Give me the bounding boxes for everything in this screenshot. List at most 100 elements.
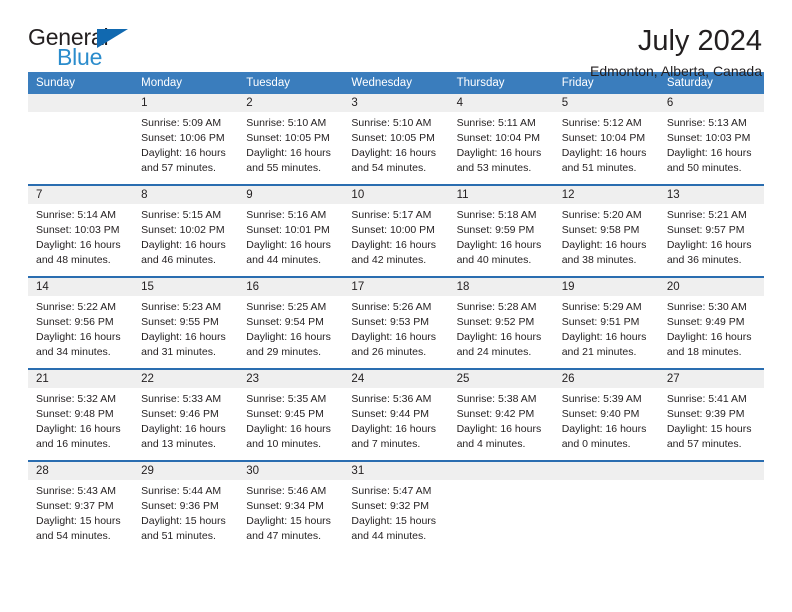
daylight-text-line1: Daylight: 16 hours: [36, 422, 121, 435]
day-number-28[interactable]: 28: [28, 462, 134, 480]
day-cell-7[interactable]: Sunrise: 5:14 AM Sunset: 10:03 PM Daylight…: [28, 204, 134, 276]
day-number-18[interactable]: 18: [448, 278, 554, 296]
day-cell-14[interactable]: Sunrise: 5:22 AM Sunset: 9:56 PM Daylight:…: [28, 296, 134, 368]
day-cell-26[interactable]: Sunrise: 5:39 AM Sunset: 9:40 PM Daylight:…: [553, 388, 659, 460]
day-number-row: 14 15 16 17 18 19 20: [28, 278, 764, 296]
day-number-empty: [28, 94, 134, 112]
day-cell-15[interactable]: Sunrise: 5:23 AM Sunset: 9:55 PM Daylight:…: [133, 296, 239, 368]
day-number-12[interactable]: 12: [553, 186, 659, 204]
day-cell-29[interactable]: Sunrise: 5:44 AM Sunset: 9:36 PM Daylight:…: [133, 480, 239, 552]
day-cell-22[interactable]: Sunrise: 5:33 AM Sunset: 9:46 PM Daylight:…: [133, 388, 239, 460]
day-cell-2[interactable]: Sunrise: 5:10 AM Sunset: 10:05 PM Daylight…: [238, 112, 344, 184]
sunrise-text: Sunrise: 5:39 AM: [561, 393, 642, 405]
day-number-29[interactable]: 29: [133, 462, 239, 480]
daylight-text-line2: and 24 minutes.: [456, 345, 532, 358]
sunrise-text: Sunrise: 5:25 AM: [246, 301, 327, 313]
day-number-1[interactable]: 1: [133, 94, 239, 112]
day-cell-12[interactable]: Sunrise: 5:20 AM Sunset: 9:58 PM Daylight:…: [553, 204, 659, 276]
day-cell-16[interactable]: Sunrise: 5:25 AM Sunset: 9:54 PM Daylight:…: [238, 296, 344, 368]
weekday-header-sunday: Sunday: [28, 72, 134, 94]
day-cell-13[interactable]: Sunrise: 5:21 AM Sunset: 9:57 PM Daylight:…: [658, 204, 764, 276]
day-cell-empty: [658, 480, 764, 552]
daylight-text-line1: Daylight: 15 hours: [36, 514, 121, 527]
day-number-27[interactable]: 27: [658, 370, 764, 388]
daylight-text-line2: and 29 minutes.: [246, 345, 321, 358]
day-cell-31[interactable]: Sunrise: 5:47 AM Sunset: 9:32 PM Daylight:…: [343, 480, 449, 552]
daylight-text-line2: and 31 minutes.: [141, 345, 216, 358]
day-number-6[interactable]: 6: [658, 94, 764, 112]
sunrise-text: Sunrise: 5:15 AM: [141, 209, 222, 221]
day-number-23[interactable]: 23: [238, 370, 344, 388]
daylight-text-line2: and 4 minutes.: [456, 437, 526, 450]
sunset-text: Sunset: 9:34 PM: [246, 499, 324, 512]
day-number-26[interactable]: 26: [553, 370, 659, 388]
day-number-17[interactable]: 17: [343, 278, 449, 296]
sunrise-text: Sunrise: 5:10 AM: [246, 117, 327, 129]
daylight-text-line1: Daylight: 16 hours: [351, 422, 437, 435]
day-number-4[interactable]: 4: [448, 94, 554, 112]
day-number-20[interactable]: 20: [658, 278, 764, 296]
day-number-3[interactable]: 3: [343, 94, 449, 112]
day-number-14[interactable]: 14: [28, 278, 134, 296]
sunset-text: Sunset: 10:05 PM: [351, 131, 435, 144]
day-cell-6[interactable]: Sunrise: 5:13 AM Sunset: 10:03 PM Daylight…: [658, 112, 764, 184]
day-cell-25[interactable]: Sunrise: 5:38 AM Sunset: 9:42 PM Daylight:…: [448, 388, 554, 460]
day-number-30[interactable]: 30: [238, 462, 344, 480]
daylight-text-line2: and 57 minutes.: [666, 437, 742, 450]
day-cell-5[interactable]: Sunrise: 5:12 AM Sunset: 10:04 PM Daylight…: [553, 112, 659, 184]
day-number-11[interactable]: 11: [448, 186, 554, 204]
day-number-10[interactable]: 10: [343, 186, 449, 204]
day-number-24[interactable]: 24: [343, 370, 449, 388]
day-number-15[interactable]: 15: [133, 278, 239, 296]
day-cell-4[interactable]: Sunrise: 5:11 AM Sunset: 10:04 PM Daylight…: [448, 112, 554, 184]
day-number-9[interactable]: 9: [238, 186, 344, 204]
day-number-21[interactable]: 21: [28, 370, 134, 388]
day-number-13[interactable]: 13: [658, 186, 764, 204]
day-cell-19[interactable]: Sunrise: 5:29 AM Sunset: 9:51 PM Daylight:…: [553, 296, 659, 368]
logo-text-blue: Blue: [57, 44, 103, 70]
daylight-text-line2: and 36 minutes.: [666, 253, 742, 266]
day-number-19[interactable]: 19: [553, 278, 659, 296]
day-cell-24[interactable]: Sunrise: 5:36 AM Sunset: 9:44 PM Daylight:…: [343, 388, 449, 460]
day-detail-row: Sunrise: 5:32 AM Sunset: 9:48 PM Daylight:…: [28, 388, 764, 460]
sunrise-text: Sunrise: 5:47 AM: [351, 485, 432, 497]
day-number-16[interactable]: 16: [238, 278, 344, 296]
day-number-5[interactable]: 5: [553, 94, 659, 112]
day-number-empty: [658, 462, 764, 480]
day-cell-11[interactable]: Sunrise: 5:18 AM Sunset: 9:59 PM Daylight:…: [448, 204, 554, 276]
sunset-text: Sunset: 9:32 PM: [351, 499, 430, 512]
day-cell-27[interactable]: Sunrise: 5:41 AM Sunset: 9:39 PM Daylight:…: [658, 388, 764, 460]
sunset-text: Sunset: 9:39 PM: [666, 407, 745, 420]
day-cell-3[interactable]: Sunrise: 5:10 AM Sunset: 10:05 PM Daylight…: [343, 112, 449, 184]
daylight-text-line2: and 55 minutes.: [246, 161, 321, 174]
day-cell-30[interactable]: Sunrise: 5:46 AM Sunset: 9:34 PM Daylight:…: [238, 480, 344, 552]
daylight-text-line2: and 42 minutes.: [351, 253, 427, 266]
day-number-22[interactable]: 22: [133, 370, 239, 388]
sunset-text: Sunset: 9:59 PM: [456, 223, 535, 236]
daylight-text-line2: and 26 minutes.: [351, 345, 427, 358]
day-cell-21[interactable]: Sunrise: 5:32 AM Sunset: 9:48 PM Daylight:…: [28, 388, 134, 460]
sunset-text: Sunset: 10:02 PM: [141, 223, 225, 236]
day-cell-8[interactable]: Sunrise: 5:15 AM Sunset: 10:02 PM Daylight…: [133, 204, 239, 276]
day-number-2[interactable]: 2: [238, 94, 344, 112]
day-detail-row: Sunrise: 5:22 AM Sunset: 9:56 PM Daylight:…: [28, 296, 764, 368]
sunrise-text: Sunrise: 5:35 AM: [246, 393, 327, 405]
sunset-text: Sunset: 10:06 PM: [141, 131, 225, 144]
day-cell-1[interactable]: Sunrise: 5:09 AM Sunset: 10:06 PM Daylight…: [133, 112, 239, 184]
sunset-text: Sunset: 10:04 PM: [456, 131, 541, 144]
daylight-text-line1: Daylight: 16 hours: [351, 238, 437, 251]
day-cell-10[interactable]: Sunrise: 5:17 AM Sunset: 10:00 PM Daylight…: [343, 204, 449, 276]
day-cell-23[interactable]: Sunrise: 5:35 AM Sunset: 9:45 PM Daylight:…: [238, 388, 344, 460]
day-number-7[interactable]: 7: [28, 186, 134, 204]
sunrise-text: Sunrise: 5:18 AM: [456, 209, 537, 221]
day-cell-18[interactable]: Sunrise: 5:28 AM Sunset: 9:52 PM Daylight:…: [448, 296, 554, 368]
daylight-text-line1: Daylight: 16 hours: [456, 146, 542, 159]
day-cell-9[interactable]: Sunrise: 5:16 AM Sunset: 10:01 PM Daylight…: [238, 204, 344, 276]
day-cell-20[interactable]: Sunrise: 5:30 AM Sunset: 9:49 PM Daylight:…: [658, 296, 764, 368]
day-cell-28[interactable]: Sunrise: 5:43 AM Sunset: 9:37 PM Daylight:…: [28, 480, 134, 552]
day-cell-17[interactable]: Sunrise: 5:26 AM Sunset: 9:53 PM Daylight:…: [343, 296, 449, 368]
day-number-31[interactable]: 31: [343, 462, 449, 480]
day-number-25[interactable]: 25: [448, 370, 554, 388]
day-number-8[interactable]: 8: [133, 186, 239, 204]
daylight-text-line1: Daylight: 16 hours: [36, 238, 121, 251]
